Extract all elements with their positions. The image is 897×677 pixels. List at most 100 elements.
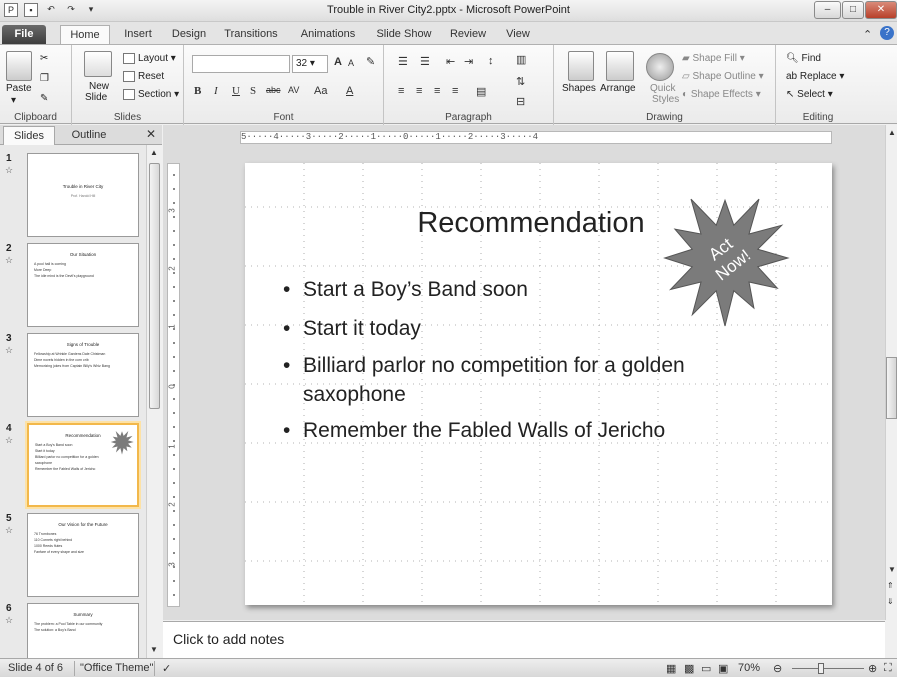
reading-view-icon[interactable]: ▭ — [701, 662, 711, 675]
select-button[interactable]: ↖ Select ▾ — [786, 89, 833, 100]
pane-scrollbar[interactable]: ▲ ▼ — [146, 145, 162, 658]
slide-canvas[interactable]: Recommendation • Start a Boy’s Band soon •… — [245, 163, 832, 605]
shapes-icon[interactable] — [568, 51, 594, 81]
paste-button[interactable]: Paste — [6, 83, 32, 94]
grow-font-button[interactable]: A — [334, 56, 342, 68]
text-direction-icon[interactable]: ⇅ — [516, 75, 525, 88]
quick-styles-label-2[interactable]: Styles — [652, 94, 679, 105]
slide-thumbnail-row[interactable]: 1 ☆ Trouble in River City Prof. Harold Hill — [0, 151, 146, 241]
slide-bullet[interactable]: • Remember the Fabled Walls of Jericho — [283, 416, 783, 445]
paste-dropdown-icon[interactable]: ▾ — [11, 95, 16, 106]
slide-thumbnail[interactable]: Our Situation A pool hall is coming More D… — [27, 243, 139, 327]
tab-outline[interactable]: Outline — [58, 126, 120, 145]
shrink-font-button[interactable]: A — [348, 58, 354, 68]
replace-button[interactable]: ab Replace ▾ — [786, 71, 844, 82]
slide-thumbnail[interactable]: Summary The problem: a Pool Table in our … — [27, 603, 139, 658]
new-slide-label-2[interactable]: Slide — [85, 92, 107, 103]
clear-formatting-icon[interactable]: ✎ — [366, 55, 375, 68]
slide-thumbnail-row[interactable]: 3 ☆ Signs of Trouble Fellowship at Wrinkle … — [0, 331, 146, 421]
copy-icon[interactable]: ❐ — [40, 73, 49, 84]
shape-fill-button[interactable]: ▰ Shape Fill ▾ — [682, 53, 745, 64]
tab-slides[interactable]: Slides — [3, 126, 55, 145]
font-color-button[interactable]: A — [346, 85, 353, 97]
character-spacing-button[interactable]: AV — [288, 85, 299, 95]
scroll-up-icon[interactable]: ▲ — [150, 148, 158, 157]
font-size-combo[interactable]: 32 ▾ — [292, 55, 328, 73]
new-slide-label-1[interactable]: New — [89, 81, 109, 92]
bold-button[interactable]: B — [194, 85, 201, 97]
shapes-button[interactable]: Shapes — [562, 83, 596, 94]
numbering-icon[interactable]: ☰ — [420, 55, 430, 68]
tab-design[interactable]: Design — [168, 25, 210, 44]
slide-thumbnail-row[interactable]: 2 ☆ Our Situation A pool hall is coming More… — [0, 241, 146, 331]
change-case-button[interactable]: Aa — [314, 85, 327, 97]
pane-scroll-thumb[interactable] — [149, 163, 160, 409]
zoom-slider[interactable] — [792, 668, 864, 669]
tab-view[interactable]: View — [500, 25, 536, 44]
slide-thumbnail-row[interactable]: 5 ☆ Our Vision for the Future 76 Trombones 1… — [0, 511, 146, 601]
paste-icon[interactable] — [6, 51, 32, 81]
shape-effects-button[interactable]: ◐ Shape Effects ▾ — [682, 89, 761, 100]
notes-pane[interactable]: Click to add notes — [163, 621, 885, 658]
slide-thumbnail[interactable]: Recommendation Start a Boy's Band soon Sta… — [27, 423, 139, 507]
slide-thumbnail[interactable]: Trouble in River City Prof. Harold Hill — [27, 153, 139, 237]
fit-to-window-icon[interactable]: ⛶ — [884, 662, 892, 675]
layout-button[interactable]: Layout ▾ — [123, 53, 176, 64]
slide-scroll-thumb[interactable] — [886, 357, 897, 419]
reset-button[interactable]: Reset — [123, 71, 164, 82]
line-spacing-icon[interactable]: ↕ — [488, 55, 494, 67]
minimize-ribbon-icon[interactable]: ⌃ — [863, 28, 872, 41]
previous-slide-icon[interactable]: ⇑ — [887, 581, 894, 590]
zoom-out-icon[interactable]: ⊖ — [773, 662, 782, 675]
arrange-icon[interactable] — [606, 51, 634, 81]
slide-thumbnail-row[interactable]: 6 ☆ Summary The problem: a Pool Table in ou… — [0, 601, 146, 658]
slide-scrollbar[interactable]: ▲ ▼ ⇑ ⇓ — [885, 125, 897, 620]
tab-review[interactable]: Review — [446, 25, 490, 44]
columns-split-icon[interactable]: ▤ — [476, 85, 486, 98]
arrange-button[interactable]: Arrange — [600, 83, 636, 94]
decrease-indent-icon[interactable]: ⇤ — [446, 55, 455, 68]
align-text-icon[interactable]: ⊟ — [516, 95, 525, 108]
align-center-icon[interactable]: ≡ — [416, 85, 422, 97]
bullets-icon[interactable]: ☰ — [398, 55, 408, 68]
quick-styles-label-1[interactable]: Quick — [650, 83, 676, 94]
align-left-icon[interactable]: ≡ — [398, 85, 404, 97]
close-pane-icon[interactable]: ✕ — [144, 127, 158, 141]
maximize-button[interactable]: □ — [842, 1, 864, 19]
tab-transitions[interactable]: Transitions — [218, 25, 284, 44]
theme-name[interactable]: "Office Theme" — [80, 662, 153, 674]
zoom-in-icon[interactable]: ⊕ — [868, 662, 877, 675]
close-button[interactable]: ✕ — [865, 1, 897, 19]
new-slide-icon[interactable] — [84, 51, 112, 77]
shape-outline-button[interactable]: ▱ Shape Outline ▾ — [682, 71, 764, 82]
scroll-down-icon[interactable]: ▼ — [150, 645, 158, 654]
next-slide-icon[interactable]: ⇓ — [887, 597, 894, 606]
minimize-button[interactable]: – — [814, 1, 841, 19]
slide-scroll-up-icon[interactable]: ▲ — [888, 128, 896, 137]
notes-placeholder[interactable]: Click to add notes — [173, 631, 284, 647]
tab-insert[interactable]: Insert — [118, 25, 158, 44]
slide-thumbnail[interactable]: Our Vision for the Future 76 Trombones 110… — [27, 513, 139, 597]
cut-icon[interactable]: ✂ — [40, 53, 48, 64]
slide-thumbnail-row[interactable]: 4 ☆ Recommendation Start a Boy's Band soon S… — [0, 421, 146, 511]
tab-file[interactable]: File — [2, 25, 46, 44]
justify-icon[interactable]: ≡ — [452, 85, 458, 97]
zoom-level[interactable]: 70% — [738, 662, 760, 674]
align-right-icon[interactable]: ≡ — [434, 85, 440, 97]
slide-thumbnail[interactable]: Signs of Trouble Fellowship at Wrinkle Ga… — [27, 333, 139, 417]
strikethrough-button[interactable]: abc — [266, 85, 281, 95]
tab-animations[interactable]: Animations — [294, 25, 362, 44]
slide-scroll-down-icon[interactable]: ▼ — [888, 565, 896, 574]
tab-home[interactable]: Home — [60, 25, 110, 44]
help-icon[interactable]: ? — [880, 26, 894, 40]
font-name-combo[interactable] — [192, 55, 290, 73]
increase-indent-icon[interactable]: ⇥ — [464, 55, 473, 68]
shadow-button[interactable]: S — [250, 85, 256, 97]
find-button[interactable]: 🔍︎ Find — [786, 53, 821, 64]
zoom-slider-knob[interactable] — [818, 663, 824, 674]
tab-slide-show[interactable]: Slide Show — [372, 25, 436, 44]
slide-sorter-icon[interactable]: ▩ — [684, 662, 694, 675]
columns-icon[interactable]: ▥ — [516, 53, 526, 66]
quick-styles-icon[interactable] — [646, 53, 674, 81]
format-painter-icon[interactable]: ✎ — [40, 93, 48, 104]
